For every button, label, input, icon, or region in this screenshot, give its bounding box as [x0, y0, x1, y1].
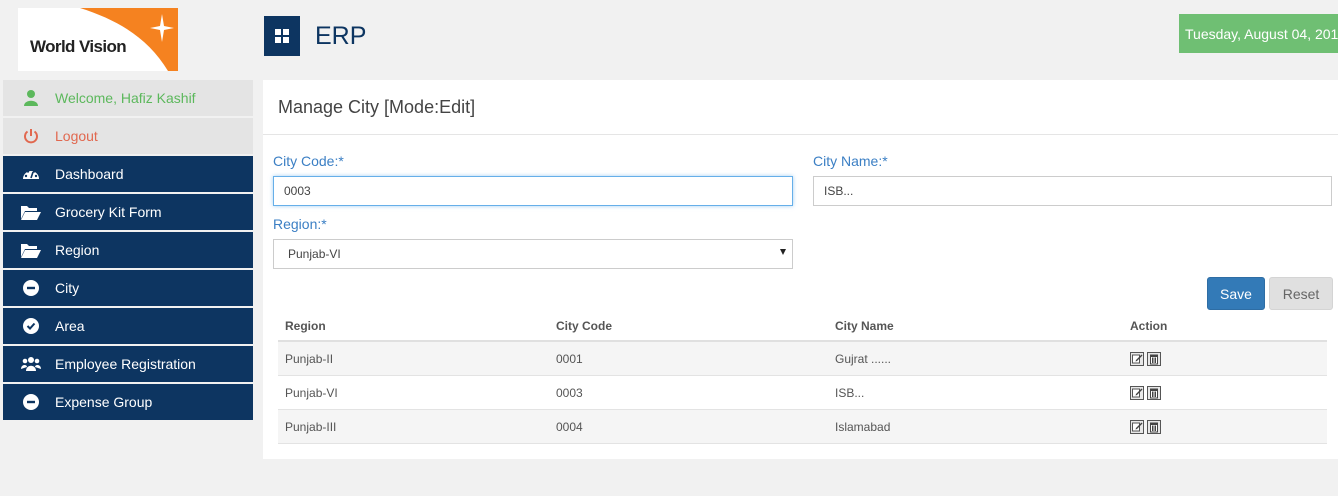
column-header-city-name[interactable]: City Name — [828, 319, 1123, 333]
cell-actions — [1123, 385, 1327, 400]
column-header-action: Action — [1130, 319, 1168, 333]
edit-icon[interactable] — [1130, 385, 1144, 400]
cell-region: Punjab-III — [285, 419, 337, 434]
cell-city-name: Gujrat ...... — [835, 351, 892, 366]
power-icon — [21, 126, 41, 146]
delete-icon[interactable] — [1147, 419, 1161, 434]
sidebar-logout[interactable]: Logout — [3, 118, 253, 154]
column-header-city-code[interactable]: City Code — [549, 319, 828, 333]
column-header-region[interactable]: Region — [278, 319, 549, 333]
city-name-label: City Name:* — [813, 153, 888, 169]
edit-icon[interactable] — [1130, 351, 1144, 366]
table-row: Punjab-III 0004 Islamabad — [278, 410, 1327, 444]
sidebar-welcome[interactable]: Welcome, Hafiz Kashif — [3, 80, 253, 116]
minus-circle-icon — [21, 392, 41, 412]
world-vision-logo[interactable]: World Vision — [18, 8, 178, 71]
cell-city-code: 0003 — [556, 385, 583, 400]
menu-toggle-button[interactable] — [264, 16, 300, 56]
sidebar-item-grocery-kit-form[interactable]: Grocery Kit Form — [3, 194, 253, 230]
sidebar-item-dashboard[interactable]: Dashboard — [3, 156, 253, 192]
table-row: Punjab-II 0001 Gujrat ...... — [278, 342, 1327, 376]
region-selected-value: Punjab-VI — [288, 247, 341, 261]
save-button[interactable]: Save — [1207, 277, 1265, 310]
city-name-input[interactable]: ISB... — [813, 176, 1332, 206]
cell-city-name: Islamabad — [835, 419, 891, 434]
sidebar-item-region[interactable]: Region — [3, 232, 253, 268]
delete-icon[interactable] — [1147, 351, 1161, 366]
delete-icon[interactable] — [1147, 385, 1161, 400]
city-table: Region City Code City Name Action Punjab… — [278, 312, 1327, 444]
edit-icon[interactable] — [1130, 419, 1144, 434]
sidebar-item-label: Expense Group — [55, 394, 153, 410]
sidebar-item-label: Area — [55, 318, 85, 334]
manage-city-panel: Manage City [Mode:Edit] City Code:* 0003… — [263, 80, 1338, 459]
cell-city-code: 0004 — [556, 419, 583, 434]
grid-icon — [275, 29, 289, 43]
sidebar-item-label: Region — [55, 242, 100, 258]
users-icon — [21, 354, 41, 374]
date-badge: Tuesday, August 04, 2015 — [1179, 14, 1338, 53]
cell-actions — [1123, 419, 1327, 434]
logout-label: Logout — [55, 128, 98, 144]
sidebar-item-label: City — [55, 280, 80, 296]
check-circle-icon — [21, 316, 41, 336]
city-code-label: City Code:* — [273, 153, 344, 169]
region-label: Region:* — [273, 216, 327, 232]
logo-text: World Vision — [30, 37, 127, 56]
cell-city-code: 0001 — [556, 351, 583, 366]
sidebar-item-employee-registration[interactable]: Employee Registration — [3, 346, 253, 382]
folder-open-icon — [21, 202, 41, 222]
caret-down-icon — [780, 249, 786, 255]
sidebar: Welcome, Hafiz Kashif Logout Dashboard G… — [3, 80, 253, 422]
sidebar-item-label: Dashboard — [55, 166, 124, 182]
sidebar-item-label: Grocery Kit Form — [55, 204, 162, 220]
app-title: ERP — [315, 22, 367, 50]
sidebar-item-expense-group[interactable]: Expense Group — [3, 384, 253, 420]
reset-button[interactable]: Reset — [1269, 277, 1333, 310]
cell-region: Punjab-VI — [285, 385, 338, 400]
sidebar-item-label: Employee Registration — [55, 356, 196, 372]
user-icon — [21, 88, 41, 108]
cell-actions — [1123, 351, 1327, 366]
table-row: Punjab-VI 0003 ISB... — [278, 376, 1327, 410]
sidebar-item-city[interactable]: City — [3, 270, 253, 306]
table-header-row: Region City Code City Name Action — [278, 312, 1327, 342]
city-name-value: ISB... — [824, 184, 854, 198]
minus-circle-icon — [21, 278, 41, 298]
cell-city-name: ISB... — [835, 385, 865, 400]
cell-region: Punjab-II — [285, 351, 334, 366]
welcome-text: Welcome, Hafiz Kashif — [55, 90, 196, 106]
dashboard-icon — [21, 164, 41, 184]
folder-open-icon — [21, 240, 41, 260]
panel-heading: Manage City [Mode:Edit] — [263, 80, 1338, 135]
region-select[interactable]: Punjab-VI — [273, 239, 793, 269]
sidebar-item-area[interactable]: Area — [3, 308, 253, 344]
city-code-input[interactable]: 0003 — [273, 176, 793, 206]
city-code-value: 0003 — [284, 184, 311, 198]
